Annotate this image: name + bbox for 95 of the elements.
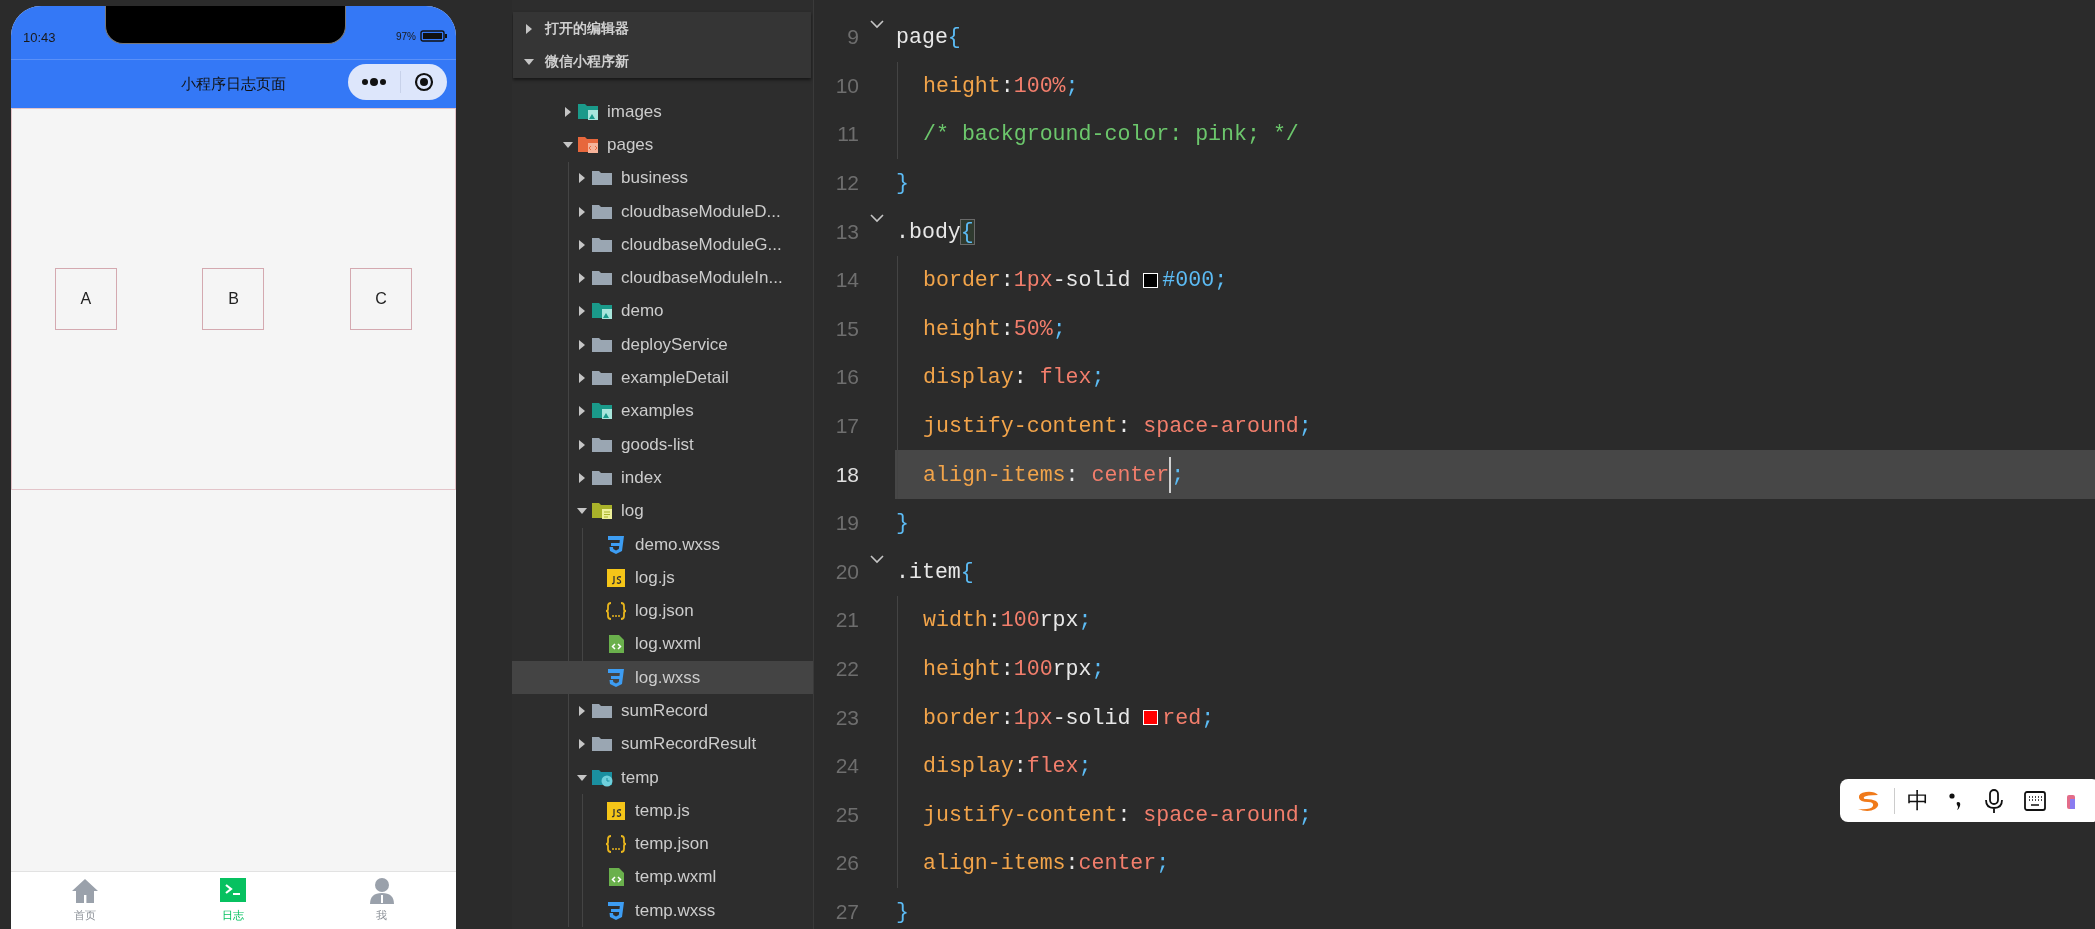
line-number: 12 <box>834 171 859 196</box>
keyboard-icon[interactable] <box>2023 789 2047 812</box>
code-text: } <box>896 900 909 924</box>
code-text: ; <box>1171 462 1185 487</box>
code-text: .item{ <box>896 559 974 584</box>
code-text: align-items: center <box>923 462 1170 487</box>
fold-chevron-icon[interactable] <box>869 19 885 29</box>
input-mode-toggle[interactable]: 中 <box>1907 785 1929 816</box>
tree-item[interactable]: temp.wxml <box>512 860 813 895</box>
item-box: B <box>202 268 265 330</box>
line-number: 9 <box>846 25 859 50</box>
tree-item[interactable]: log <box>512 494 813 528</box>
code-text: page{ <box>896 25 961 50</box>
json-file-icon <box>605 600 627 623</box>
js-file-icon <box>605 566 627 589</box>
tree-item[interactable]: cloudbaseModuleG... <box>512 228 813 262</box>
tree-item[interactable]: temp.wxss <box>512 894 813 928</box>
json-file-icon <box>605 833 627 856</box>
item-box: C <box>350 268 413 330</box>
code-text: justify-content: space-around; <box>923 414 1312 439</box>
tree-item[interactable]: cloudbaseModuleD... <box>512 194 813 229</box>
tree-item[interactable]: log.json <box>512 594 813 628</box>
tab-bar-item[interactable]: 首页 <box>35 872 136 929</box>
color-swatch-icon[interactable] <box>1143 710 1159 726</box>
battery-icon <box>420 30 448 42</box>
line-number: 16 <box>834 365 859 390</box>
fold-chevron-icon[interactable] <box>869 213 885 224</box>
line-number: 21 <box>834 608 859 633</box>
tree-item[interactable]: temp <box>512 760 813 795</box>
capsule-menu[interactable] <box>348 64 447 100</box>
code-text: } <box>896 171 909 196</box>
code-text: justify-content: space-around; <box>923 802 1312 827</box>
line-number: 25 <box>834 802 859 827</box>
code-text: border:1px-solid <box>923 705 1132 730</box>
line-number: 14 <box>834 268 859 293</box>
line-number: 17 <box>834 414 859 439</box>
tree-item[interactable]: cloudbaseModuleIn... <box>512 261 813 295</box>
css-file-icon <box>605 666 627 689</box>
tree-item[interactable]: temp.js <box>512 794 813 828</box>
more-icon[interactable] <box>360 77 387 87</box>
line-number: 13 <box>834 219 859 244</box>
line-number: 22 <box>834 657 859 681</box>
code-text: display:flex; <box>923 754 1092 779</box>
tree-item[interactable]: log.js <box>512 561 813 595</box>
tree-item[interactable]: images <box>512 95 813 129</box>
code-text: height:50%; <box>923 316 1066 341</box>
tab-bar-item[interactable]: 我 <box>331 872 432 929</box>
code-text: #000; <box>1162 268 1228 293</box>
fold-chevron-icon[interactable] <box>869 553 885 564</box>
line-number: 23 <box>834 705 859 730</box>
tree-item[interactable]: demo <box>512 294 813 329</box>
line-number: 26 <box>834 851 859 876</box>
tree-item[interactable]: exampleDetail <box>512 361 813 395</box>
tree-item[interactable]: goods-list <box>512 427 813 462</box>
line-number: 19 <box>834 511 859 536</box>
line-number: 11 <box>836 122 859 147</box>
line-number: 15 <box>834 316 859 341</box>
section-header[interactable]: 微信小程序新 <box>513 52 811 71</box>
code-text: /* background-color: pink; */ <box>923 122 1299 147</box>
css-file-icon <box>605 899 627 922</box>
color-swatch-icon[interactable] <box>1143 272 1159 288</box>
line-number: 20 <box>834 559 859 584</box>
tree-item[interactable]: sumRecordResult <box>512 727 813 761</box>
tree-item[interactable]: log.wxss <box>512 661 813 695</box>
tree-item[interactable]: deployService <box>512 328 813 362</box>
page-title: 小程序日志页面 <box>181 74 286 94</box>
code-text: height:100%; <box>923 73 1079 98</box>
text-cursor <box>1169 456 1172 493</box>
code-text: height:100rpx; <box>923 657 1105 681</box>
battery-percent: 97% <box>396 30 416 42</box>
code-text: align-items:center; <box>923 851 1170 876</box>
tree-item[interactable]: demo.wxss <box>512 527 813 562</box>
code-text: width:100rpx; <box>923 608 1092 633</box>
line-number: 10 <box>834 73 859 98</box>
tree-item[interactable]: business <box>512 161 813 195</box>
item-box: A <box>54 268 117 330</box>
tree-item[interactable]: sumRecord <box>512 694 813 728</box>
line-number: 27 <box>834 900 859 924</box>
css-file-icon <box>605 533 627 556</box>
line-number: 24 <box>834 754 859 779</box>
status-time: 10:43 <box>23 30 56 45</box>
code-text: red; <box>1162 705 1215 730</box>
tree-item[interactable]: temp.json <box>512 827 813 861</box>
microphone-icon[interactable] <box>1983 787 2005 814</box>
tree-item[interactable]: index <box>512 461 813 495</box>
line-number: 18 <box>834 462 859 487</box>
js-file-icon <box>605 799 627 822</box>
code-text: display: flex; <box>923 365 1105 390</box>
tree-item[interactable]: examples <box>512 394 813 428</box>
tree-item[interactable]: pages <box>512 128 813 162</box>
code-text: .body{ <box>896 219 974 244</box>
section-header[interactable]: 打开的编辑器 <box>513 19 811 38</box>
tree-item[interactable]: log.wxml <box>512 627 813 662</box>
code-text: } <box>896 511 909 536</box>
code-text: border:1px-solid <box>923 268 1132 293</box>
